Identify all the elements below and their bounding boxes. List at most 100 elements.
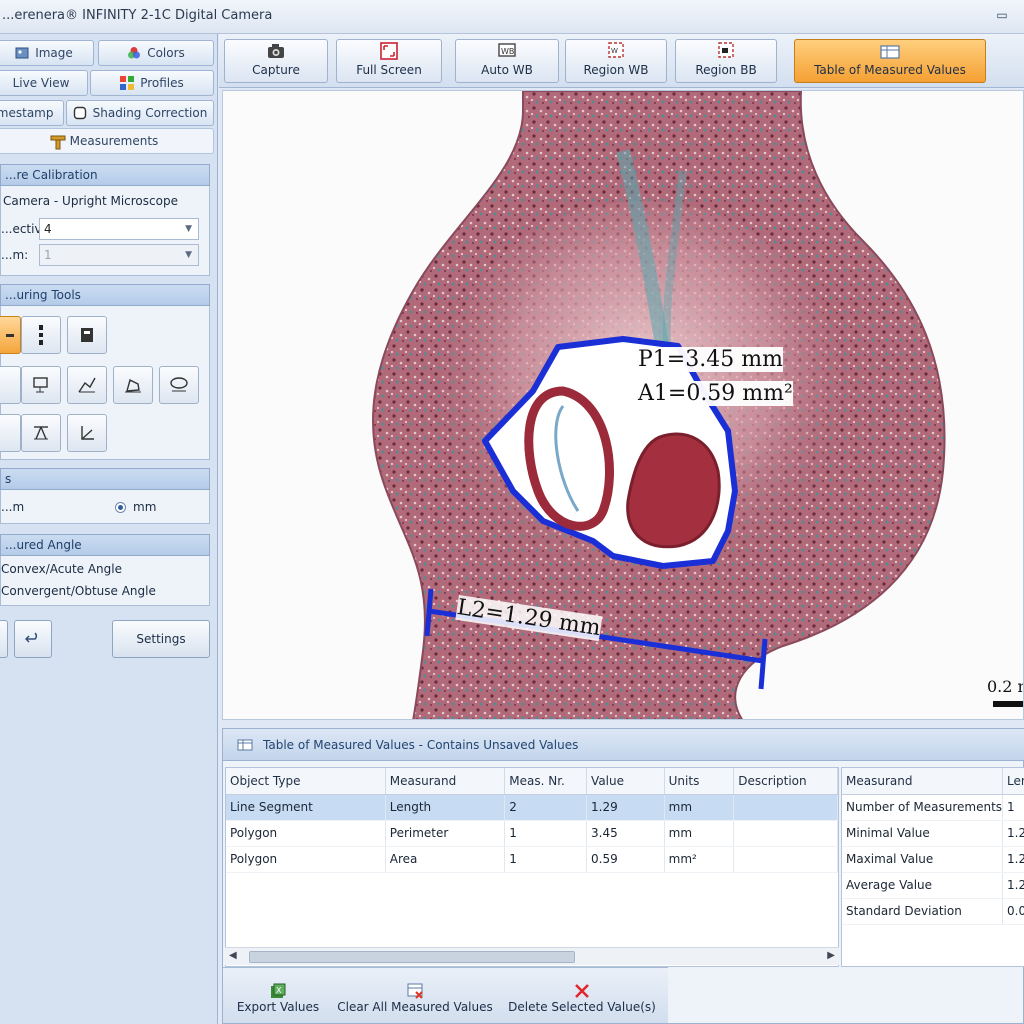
clear-all-button[interactable]: Clear All Measured Values: [335, 970, 495, 1020]
table-of-measured-values-button[interactable]: Table of Measured Values: [794, 39, 986, 83]
tool-angle[interactable]: [67, 414, 107, 452]
cell: Polygon: [226, 820, 386, 847]
region-wb-icon: W: [608, 42, 624, 58]
stats-row[interactable]: Average Value1.2: [842, 872, 1024, 899]
full-screen-button[interactable]: Full Screen: [336, 39, 442, 83]
measuring-tools-header: ...uring Tools: [0, 284, 210, 306]
tab-colors[interactable]: Colors: [98, 40, 214, 66]
image-icon: [15, 46, 29, 60]
delete-selected-button[interactable]: Delete Selected Value(s): [507, 970, 657, 1020]
scroll-left-icon[interactable]: ◀: [229, 950, 237, 961]
tab-timestamp[interactable]: Timestamp: [0, 100, 64, 126]
tool-counter[interactable]: [67, 316, 107, 354]
col-description[interactable]: Description: [733, 768, 838, 795]
tab-shading-label: Shading Correction: [92, 106, 208, 120]
grid-header-row: Object Type Measurand Meas. Nr. Value Un…: [226, 768, 838, 795]
angle-section: Convex/Acute Angle Convergent/Obtuse Ang…: [0, 556, 210, 606]
polyline-icon: [78, 377, 96, 393]
angle-option-a[interactable]: Convex/Acute Angle: [1, 562, 122, 576]
measurements-icon: [50, 134, 66, 150]
tool-parallel[interactable]: [21, 414, 61, 452]
stats-row[interactable]: Number of Measurements 1: [842, 794, 1024, 821]
svg-text:W: W: [611, 47, 618, 55]
tool-polygon[interactable]: [113, 366, 153, 404]
tab-timestamp-label: Timestamp: [0, 106, 54, 120]
cell: Line Segment: [226, 794, 386, 821]
tool-pointer[interactable]: [0, 316, 21, 354]
image-viewport[interactable]: P1=3.45 mm A1=0.59 mm² L2=1.29 mm 0.2 m: [222, 90, 1024, 720]
tool-rectangle[interactable]: [21, 366, 61, 404]
cell: 1.29: [586, 794, 665, 821]
table-row[interactable]: Polygon Area 1 0.59 mm²: [226, 846, 838, 873]
export-values-button[interactable]: X Export Values: [233, 970, 323, 1020]
unit-option-b[interactable]: mm: [133, 500, 156, 514]
cell: Length: [385, 794, 506, 821]
col-value[interactable]: Value: [586, 768, 665, 795]
tab-profiles[interactable]: Profiles: [90, 70, 214, 96]
scrollbar-thumb[interactable]: [249, 951, 575, 963]
polygon-icon: [125, 378, 141, 393]
region-bb-icon: [718, 42, 734, 58]
auto-wb-button[interactable]: WB Auto WB: [455, 39, 559, 83]
units-header: s: [0, 468, 210, 490]
restore-icon[interactable]: ▭: [994, 9, 1010, 23]
unit-option-a[interactable]: ...m: [1, 500, 24, 514]
shading-icon: [73, 106, 87, 120]
angle-option-b[interactable]: Convergent/Obtuse Angle: [1, 584, 156, 598]
perimeter-annotation[interactable]: P1=3.45 mm: [638, 347, 783, 372]
region-bb-button[interactable]: Region BB: [675, 39, 777, 83]
tab-live-view[interactable]: Live View: [0, 70, 88, 96]
window-title: ...erenera® INFINITY 2-1C Digital Camera: [2, 8, 273, 23]
tool-ellipse[interactable]: [159, 366, 199, 404]
stats-header-row: Measurand Len: [842, 768, 1024, 795]
tab-live-view-label: Live View: [12, 76, 70, 90]
objective-select[interactable]: 4 ▼: [39, 218, 199, 240]
tool-polyline[interactable]: [67, 366, 107, 404]
profiles-icon: [120, 76, 135, 90]
redo-button[interactable]: [0, 620, 8, 658]
col-meas-nr[interactable]: Meas. Nr.: [504, 768, 588, 795]
tool-line[interactable]: [0, 366, 21, 404]
stats-row[interactable]: Maximal Value1.2: [842, 846, 1024, 873]
title-bar: ...erenera® INFINITY 2-1C Digital Camera…: [0, 0, 1024, 34]
clear-label: Clear All Measured Values: [337, 1000, 493, 1014]
col-units[interactable]: Units: [664, 768, 735, 795]
calibration-section: Camera - Upright Microscope ...ective: 4…: [0, 186, 210, 276]
stats-col-measurand[interactable]: Measurand: [842, 768, 1004, 795]
tool-distance[interactable]: [0, 414, 21, 452]
cell: Area: [385, 846, 506, 873]
table-icon: [237, 739, 253, 751]
area-annotation[interactable]: A1=0.59 mm²: [638, 381, 793, 406]
col-object-type[interactable]: Object Type: [226, 768, 386, 795]
undo-button[interactable]: [14, 620, 52, 658]
scroll-right-icon[interactable]: ▶: [827, 950, 835, 961]
stats-row[interactable]: Minimal Value1.2: [842, 820, 1024, 847]
stats-row[interactable]: Standard Deviation0.0: [842, 898, 1024, 925]
statistics-grid[interactable]: Measurand Len Number of Measurements1 Mi…: [841, 767, 1024, 967]
settings-button[interactable]: Settings: [112, 620, 210, 658]
tool-point[interactable]: [21, 316, 61, 354]
cell: 1: [1002, 794, 1024, 821]
cell: mm: [664, 794, 735, 821]
rectangle-icon: [33, 377, 48, 393]
full-screen-label: Full Screen: [356, 63, 422, 77]
cell: 1.2: [1002, 872, 1024, 899]
tab-measurements[interactable]: Measurements: [0, 128, 214, 154]
second-select[interactable]: 1 ▼: [39, 244, 199, 266]
tab-image[interactable]: Image: [0, 40, 94, 66]
counter-icon: [81, 328, 93, 342]
table-row[interactable]: Line Segment Length 2 1.29 mm: [226, 794, 838, 821]
scale-bar-label: 0.2 m: [987, 677, 1023, 696]
horizontal-scrollbar[interactable]: ◀ ▶: [225, 947, 839, 965]
second-label: ...m:: [1, 248, 29, 262]
region-wb-button[interactable]: W Region WB: [565, 39, 667, 83]
stats-col-length[interactable]: Len: [1002, 768, 1024, 795]
measurements-grid[interactable]: Object Type Measurand Meas. Nr. Value Un…: [225, 767, 839, 967]
unit-mm-radio[interactable]: [115, 502, 126, 513]
cell: 1: [504, 846, 588, 873]
capture-button[interactable]: Capture: [224, 39, 328, 83]
col-measurand[interactable]: Measurand: [385, 768, 506, 795]
tab-shading-correction[interactable]: Shading Correction: [66, 100, 214, 126]
cell: [733, 794, 838, 821]
table-row[interactable]: Polygon Perimeter 1 3.45 mm: [226, 820, 838, 847]
